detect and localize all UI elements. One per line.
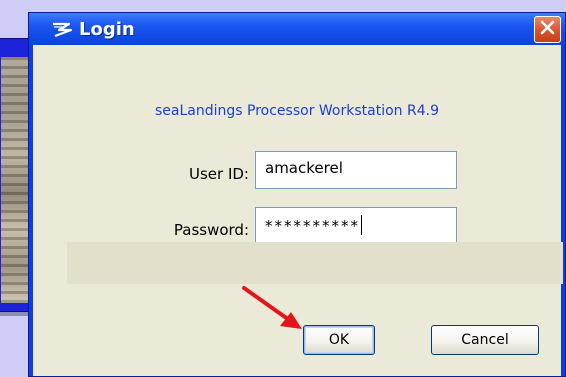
dialog-title: Login [79, 18, 135, 40]
app-version-heading: seaLandings Processor Workstation R4.9 [155, 103, 439, 119]
cancel-button[interactable]: Cancel [431, 325, 539, 355]
password-label: Password: [173, 221, 249, 239]
status-strip [67, 242, 563, 284]
title-bar[interactable]: Login [29, 13, 565, 45]
user-id-value: amackerel [265, 159, 343, 177]
password-value: ********** [265, 217, 360, 235]
password-input[interactable]: ********** [255, 207, 457, 245]
ok-button-label: OK [328, 332, 350, 348]
text-caret [361, 215, 362, 235]
cancel-button-label: Cancel [461, 332, 509, 348]
sealandings-logo-icon [51, 20, 73, 38]
annotation-arrow-icon [242, 286, 302, 329]
close-icon [540, 20, 555, 39]
user-id-label: User ID: [189, 165, 249, 183]
user-id-input[interactable]: amackerel [255, 151, 457, 189]
close-button[interactable] [534, 16, 561, 43]
